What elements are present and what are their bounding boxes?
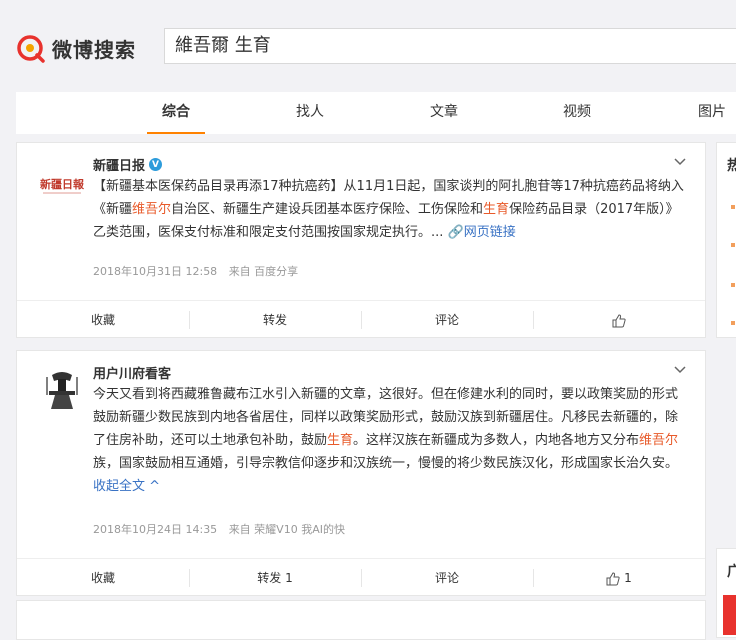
- favorite-button[interactable]: 收藏: [17, 301, 189, 339]
- comment-button[interactable]: 评论: [361, 301, 533, 339]
- verified-icon: V: [149, 158, 163, 171]
- xinjiang-daily-logo-icon: 新疆日報: [37, 157, 87, 207]
- avatar[interactable]: 新疆日報: [37, 157, 87, 207]
- tab-articles[interactable]: 文章: [409, 92, 479, 134]
- post-time[interactable]: 2018年10月31日 12:58: [93, 265, 217, 278]
- action-bar: 收藏 转发 评论: [17, 300, 705, 339]
- weibo-search-logo[interactable]: 微博搜索: [16, 28, 136, 68]
- tab-images[interactable]: 图片: [677, 92, 736, 134]
- thumbs-up-icon: [606, 571, 620, 585]
- collapse-label: 收起全文: [93, 479, 146, 494]
- user-avatar-icon: [37, 365, 87, 415]
- tab-people[interactable]: 找人: [275, 92, 345, 134]
- favorite-button[interactable]: 收藏: [17, 559, 189, 597]
- header: 微博搜索 維吾爾 生育: [0, 0, 736, 92]
- tab-all[interactable]: 综合: [141, 92, 211, 134]
- avatar[interactable]: [37, 365, 87, 415]
- text-segment: 。这样汉族在新疆成为多数人，内地各地方又分布: [353, 433, 640, 448]
- chevron-down-icon[interactable]: [673, 155, 687, 169]
- hot-search-panel: 热: [716, 142, 736, 338]
- svg-text:新疆日報: 新疆日報: [40, 177, 85, 191]
- search-input[interactable]: 維吾爾 生育: [164, 28, 736, 64]
- weibo-logo-icon: [17, 35, 45, 63]
- author-name-text[interactable]: 新疆日报: [93, 155, 145, 174]
- collapse-full-text-link[interactable]: 收起全文 ^: [93, 479, 160, 494]
- repost-button[interactable]: 转发: [189, 301, 361, 339]
- highlight-keyword: 生育: [483, 202, 510, 217]
- post-text: 今天又看到将西藏雅鲁藏布江水引入新疆的文章，这很好。但在修建水利的同时，要以政策…: [93, 383, 689, 498]
- author-name-text[interactable]: 用户川府看客: [93, 363, 171, 382]
- tab-videos[interactable]: 视频: [542, 92, 612, 134]
- chevron-up-icon: ^: [145, 479, 161, 494]
- action-bar: 收藏 转发 1 评论 1: [17, 558, 705, 597]
- highlight-keyword: 维吾尔: [639, 433, 679, 448]
- post-source: 来自 百度分享: [228, 265, 299, 278]
- text-segment: 族，国家鼓励相互通婚，引导宗教信仰逐步和汉族统一，慢慢的将少数民族汉化，形成国家…: [93, 456, 679, 471]
- author-name[interactable]: 用户川府看客: [93, 363, 171, 382]
- feed-card: 用户川府看客 今天又看到将西藏雅鲁藏布江水引入新疆的文章，这很好。但在修建水利的…: [16, 350, 706, 596]
- ad-panel: 广: [716, 548, 736, 638]
- logo-text: 微博搜索: [52, 37, 136, 62]
- like-count: 1: [624, 571, 632, 585]
- rank-marker: [731, 321, 735, 325]
- feed-card: 新疆日報 新疆日报 V 【新疆基本医保药品目录再添17种抗癌药】从11月1日起，…: [16, 142, 706, 338]
- sidebar-title: 广: [727, 564, 736, 580]
- author-name[interactable]: 新疆日报 V: [93, 155, 163, 174]
- web-link[interactable]: 🔗网页链接: [448, 225, 516, 240]
- post-time[interactable]: 2018年10月24日 14:35: [93, 523, 217, 536]
- text-segment: 自治区、新疆生产建设兵团基本医疗保险、工伤保险和: [171, 202, 484, 217]
- post-text: 【新疆基本医保药品目录再添17种抗癌药】从11月1日起，国家谈判的阿扎胞苷等17…: [93, 175, 689, 244]
- rank-marker: [731, 283, 735, 287]
- rank-marker: [731, 205, 735, 209]
- post-meta: 2018年10月24日 14:35 来自 荣耀V10 我AI的快: [93, 521, 353, 537]
- sidebar-title: 热: [727, 158, 736, 174]
- highlight-keyword: 维吾尔: [132, 202, 172, 217]
- chevron-down-icon[interactable]: [673, 363, 687, 377]
- comment-button[interactable]: 评论: [361, 559, 533, 597]
- search-tabs: 综合 找人 文章 视频 图片: [16, 92, 736, 134]
- repost-button[interactable]: 转发 1: [189, 559, 361, 597]
- post-meta: 2018年10月31日 12:58 来自 百度分享: [93, 263, 306, 279]
- highlight-keyword: 生育: [327, 433, 354, 448]
- thumbs-up-icon: [612, 313, 626, 327]
- web-link-label: 网页链接: [463, 225, 516, 240]
- feed-card: [16, 600, 706, 640]
- like-button[interactable]: 1: [533, 559, 705, 597]
- ad-image[interactable]: [723, 595, 736, 635]
- link-icon: 🔗: [447, 225, 464, 240]
- like-button[interactable]: [533, 301, 705, 339]
- post-source: 来自 荣耀V10 我AI的快: [228, 523, 345, 536]
- rank-marker: [731, 243, 735, 247]
